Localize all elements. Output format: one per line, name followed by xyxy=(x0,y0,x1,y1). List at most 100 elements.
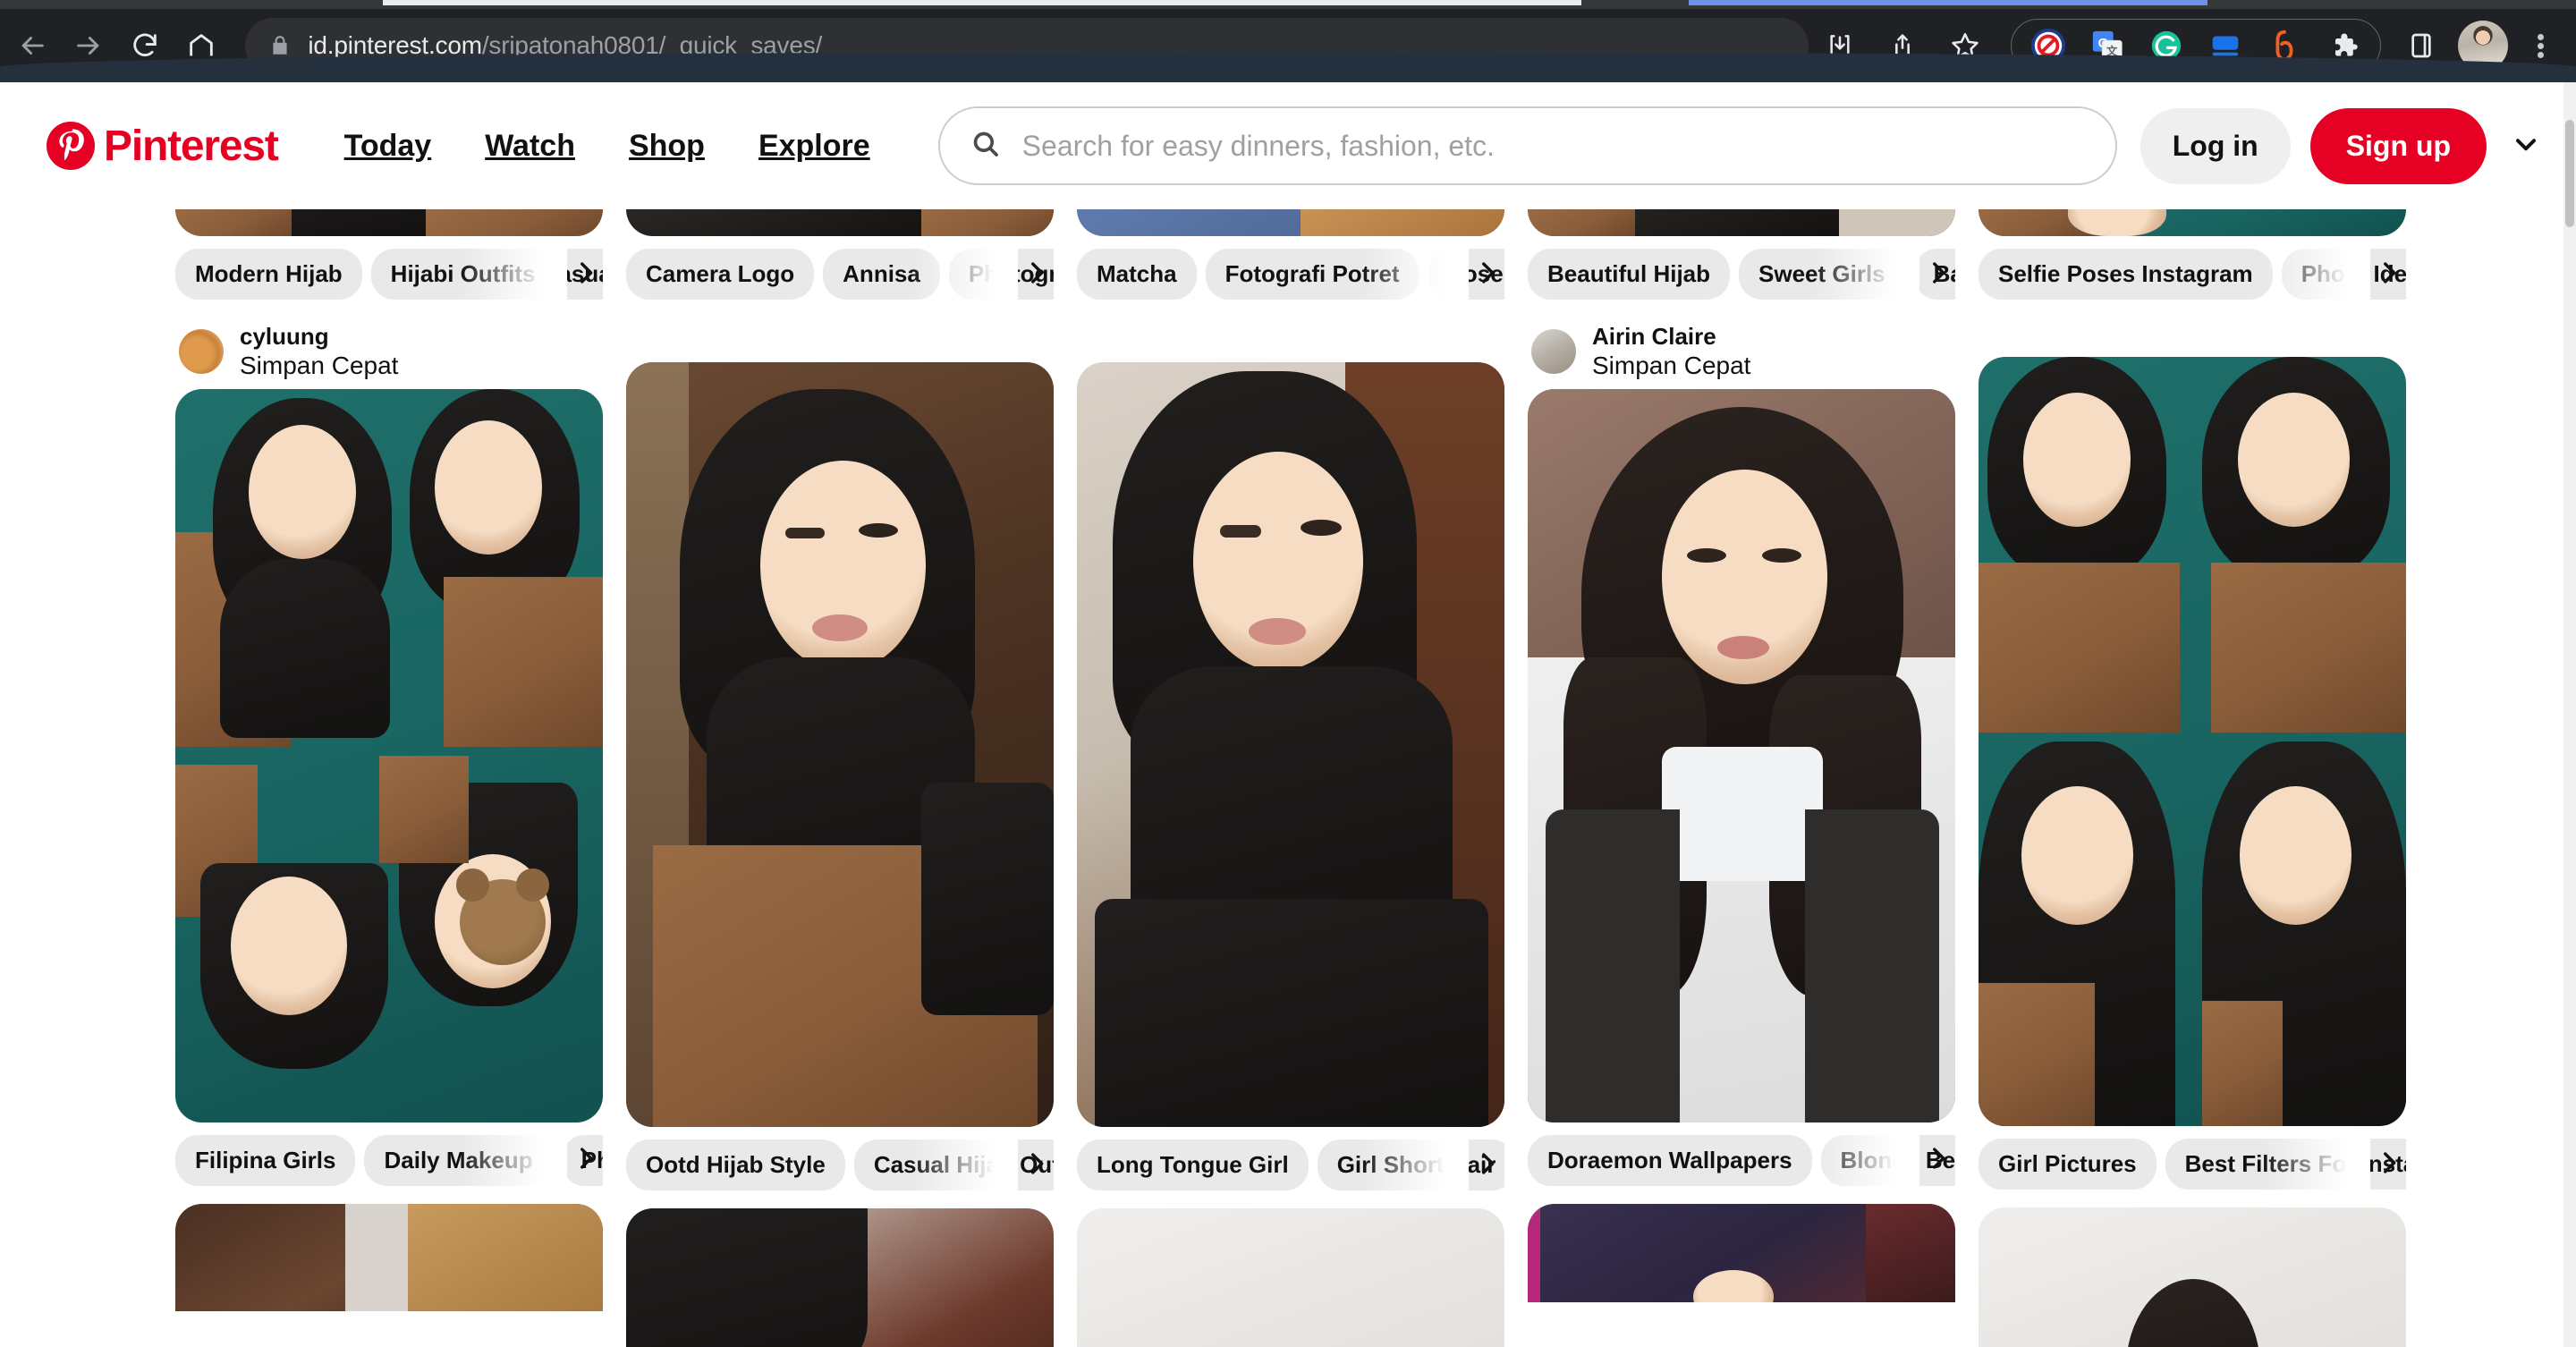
pin-card[interactable]: Selfie Poses Instagram Photo Ideas xyxy=(1979,209,2406,309)
nav-watch[interactable]: Watch xyxy=(458,109,602,183)
search-icon xyxy=(970,129,1001,164)
pin-tag-row[interactable]: Modern Hijab Hijabi Outfits Casual xyxy=(175,236,603,309)
pin-image[interactable] xyxy=(1979,209,2406,236)
pin-image[interactable] xyxy=(175,209,603,236)
pin-card[interactable] xyxy=(1979,1207,2406,1347)
tag-pill[interactable]: Beautiful Hijab xyxy=(1528,249,1731,300)
chevron-right-icon[interactable] xyxy=(571,258,601,288)
tag-pill[interactable]: Fotografi Potret xyxy=(1205,249,1419,300)
page-scrollbar[interactable] xyxy=(2563,82,2576,1347)
pin-card[interactable] xyxy=(626,1208,1054,1347)
chevron-right-icon[interactable] xyxy=(1021,1148,1052,1179)
chevron-down-icon[interactable] xyxy=(2510,128,2542,165)
pin-card[interactable]: Doraemon Wallpapers Blonde Bea xyxy=(1528,388,1955,1195)
pin-image[interactable] xyxy=(1979,357,2406,1126)
pin-tag-row[interactable]: Beautiful Hijab Sweet Girls Bali xyxy=(1528,236,1955,309)
attribution-board: Simpan Cepat xyxy=(240,351,399,379)
tag-pill[interactable]: Doraemon Wallpapers xyxy=(1528,1134,1812,1186)
chevron-right-icon[interactable] xyxy=(2374,258,2404,288)
pin-card[interactable]: Camera Logo Annisa Photograp xyxy=(626,209,1054,309)
pin-tag-row[interactable]: Selfie Poses Instagram Photo Ideas xyxy=(1979,236,2406,309)
tag-pill[interactable]: Daily Makeup xyxy=(364,1134,553,1186)
feed-column-1: Modern Hijab Hijabi Outfits Casual cyluu… xyxy=(175,209,603,1320)
pin-card[interactable]: Matcha Fotografi Potret Poses xyxy=(1077,209,1504,309)
avatar[interactable] xyxy=(179,328,224,374)
attribution-username: cyluung xyxy=(240,323,329,350)
pinterest-logo-icon xyxy=(47,122,95,170)
nav-explore[interactable]: Explore xyxy=(732,109,897,183)
avatar[interactable] xyxy=(1531,328,1576,374)
login-button[interactable]: Log in xyxy=(2140,107,2291,184)
pin-attribution[interactable]: cyluung Simpan Cepat xyxy=(175,318,603,389)
feed-column-2: Camera Logo Annisa Photograp xyxy=(626,209,1054,1347)
search-input[interactable] xyxy=(1021,129,2085,163)
search-bar[interactable] xyxy=(937,106,2117,185)
browser-tab-active[interactable] xyxy=(1689,0,2207,5)
tag-pill[interactable]: Annisa xyxy=(823,249,940,300)
feed-column-5: Selfie Poses Instagram Photo Ideas xyxy=(1979,209,2406,1347)
pin-card[interactable]: Modern Hijab Hijabi Outfits Casual xyxy=(175,209,603,309)
pin-image[interactable] xyxy=(626,1208,1054,1347)
pin-card[interactable] xyxy=(1077,1208,1504,1347)
tag-pill[interactable]: Matcha xyxy=(1077,249,1197,300)
pin-image[interactable] xyxy=(175,388,603,1122)
tag-pill[interactable]: Camera Logo xyxy=(626,249,815,300)
attribution-board: Simpan Cepat xyxy=(1592,351,1751,379)
pin-image[interactable] xyxy=(1077,362,1504,1127)
pin-image[interactable] xyxy=(175,1203,603,1311)
feed-column-4: Beautiful Hijab Sweet Girls Bali Airin C… xyxy=(1528,209,1955,1311)
pin-card[interactable]: Filipina Girls Daily Makeup Phot xyxy=(175,388,603,1195)
chevron-right-icon[interactable] xyxy=(1472,258,1503,288)
pin-image[interactable] xyxy=(1077,1208,1504,1347)
pin-image[interactable] xyxy=(1528,388,1955,1122)
tag-pill[interactable]: Selfie Poses Instagram xyxy=(1979,249,2273,300)
tag-pill[interactable]: Ootd Hijab Style xyxy=(626,1139,845,1190)
scrollbar-thumb[interactable] xyxy=(2565,120,2574,227)
pin-tag-row[interactable]: Doraemon Wallpapers Blonde Bea xyxy=(1528,1122,1955,1195)
nav-today[interactable]: Today xyxy=(318,109,459,183)
tag-pill[interactable]: Modern Hijab xyxy=(175,249,362,300)
pin-image[interactable] xyxy=(1528,209,1955,236)
pin-card[interactable] xyxy=(175,1203,603,1311)
chevron-right-icon[interactable] xyxy=(1923,258,1953,288)
pin-image[interactable] xyxy=(1077,209,1504,236)
browser-toolbar: id.pinterest.com/sripatonah0801/_quick_s… xyxy=(0,9,2576,82)
pin-image[interactable] xyxy=(626,209,1054,236)
profile-avatar[interactable] xyxy=(0,21,2576,82)
feed-column-3: Matcha Fotografi Potret Poses xyxy=(1077,209,1504,1347)
tag-pill[interactable]: Filipina Girls xyxy=(175,1134,356,1186)
signup-button[interactable]: Sign up xyxy=(2309,107,2487,184)
pin-card[interactable]: Beautiful Hijab Sweet Girls Bali xyxy=(1528,209,1955,309)
pin-card[interactable]: Ootd Hijab Style Casual Hijab Outf xyxy=(626,362,1054,1199)
browser-tab-inactive[interactable] xyxy=(383,0,1581,5)
tag-pill[interactable]: Sweet Girls xyxy=(1739,249,1905,300)
pin-tag-row[interactable]: Camera Logo Annisa Photograp xyxy=(626,236,1054,309)
chevron-right-icon[interactable] xyxy=(1923,1143,1953,1173)
pin-image[interactable] xyxy=(626,362,1054,1127)
tag-pill[interactable]: Best Filters For Instag xyxy=(2165,1139,2406,1190)
chevron-right-icon[interactable] xyxy=(2374,1148,2404,1178)
pin-card[interactable]: Girl Pictures Best Filters For Instag xyxy=(1979,357,2406,1199)
pin-feed[interactable]: Modern Hijab Hijabi Outfits Casual cyluu… xyxy=(0,209,2576,1347)
tag-pill[interactable]: Long Tongue Girl xyxy=(1077,1139,1309,1190)
pin-tag-row[interactable]: Girl Pictures Best Filters For Instag xyxy=(1979,1126,2406,1199)
chevron-right-icon[interactable] xyxy=(1021,258,1052,288)
lock-icon xyxy=(273,36,287,55)
pin-image[interactable] xyxy=(1979,1207,2406,1347)
pin-card[interactable] xyxy=(1528,1203,1955,1302)
nav-shop[interactable]: Shop xyxy=(602,109,732,183)
tag-pill[interactable]: Girl Pictures xyxy=(1979,1139,2157,1190)
browser-tab-strip[interactable] xyxy=(0,0,2576,9)
pin-tag-row[interactable]: Long Tongue Girl Girl Short Hair xyxy=(1077,1127,1504,1199)
tag-pill[interactable]: Hijabi Outfits Casual xyxy=(370,249,603,300)
chevron-right-icon[interactable] xyxy=(1472,1148,1503,1179)
pin-card[interactable]: Long Tongue Girl Girl Short Hair xyxy=(1077,362,1504,1199)
pin-attribution[interactable]: Airin Claire Simpan Cepat xyxy=(1528,318,1955,389)
pinterest-home-link[interactable]: Pinterest xyxy=(34,113,291,180)
pin-image[interactable] xyxy=(1528,1203,1955,1302)
pin-tag-row[interactable]: Filipina Girls Daily Makeup Phot xyxy=(175,1122,603,1195)
pin-tag-row[interactable]: Ootd Hijab Style Casual Hijab Outf xyxy=(626,1127,1054,1199)
chevron-right-icon[interactable] xyxy=(571,1143,601,1173)
toolbar-right-group: G 文 xyxy=(0,19,2576,82)
pin-tag-row[interactable]: Matcha Fotografi Potret Poses xyxy=(1077,236,1504,309)
